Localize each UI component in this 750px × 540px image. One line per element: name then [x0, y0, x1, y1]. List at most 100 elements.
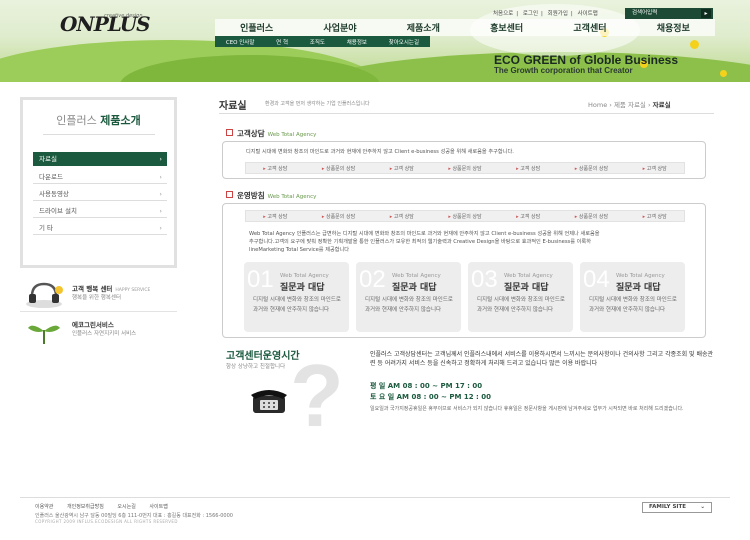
policy-tab[interactable]: 상품문의 상담 — [575, 213, 608, 220]
top-link-login[interactable]: 로그인 — [523, 9, 538, 17]
policy-tab[interactable]: 고객 상담 — [390, 213, 414, 220]
consult-box: 디지털 시대에 변화와 창조의 마인드로 과거와 현재에 안주하지 않고 Cli… — [222, 141, 706, 179]
chevron-right-icon: › — [159, 207, 162, 215]
cs-hours-subtitle: 항상 상냥하고 친절합니다 — [226, 364, 286, 370]
slogan-subheading: The Growth corporation that Creator — [494, 66, 633, 75]
cs-description: 인플러스 고객상담센터는 고객님께서 인플러스내에서 서비스를 이용하시면서 느… — [370, 351, 714, 367]
card-en-label: Web Total Agency — [392, 273, 441, 279]
footer-link-sitemap[interactable]: 사이트맵 — [149, 504, 167, 510]
sidebar-item-label: 기 타 — [39, 224, 54, 232]
nav-item-company[interactable]: 인플러스 — [240, 21, 273, 34]
telephone-icon — [251, 390, 287, 413]
divider — [43, 134, 155, 135]
promo-happy-center[interactable]: 고객 행복 센터 HAPPY SERVICE 행복을 위한 행복센터 — [20, 278, 177, 312]
top-link-sitemap[interactable]: 사이트맵 — [578, 9, 598, 17]
policy-tab[interactable]: 고객 상담 — [516, 213, 540, 220]
card-number: 03 — [471, 266, 498, 293]
card-number: 04 — [583, 266, 610, 293]
section-bullet-icon — [226, 191, 233, 198]
qa-card[interactable]: 01 Web Total Agency 질문과 대답 디지털 시대에 변화와 창… — [244, 262, 349, 332]
slogan-heading: ECO GREEN of Globle Business — [494, 53, 679, 67]
sidebar-item-label: 사용동영상 — [39, 190, 69, 198]
card-en-label: Web Total Agency — [280, 273, 329, 279]
headset-icon — [26, 282, 63, 308]
nav-item-support[interactable]: 고객센터 — [573, 21, 606, 34]
promo-desc: 행복을 위한 행복센터 — [72, 295, 122, 301]
card-text: 디지털 시대에 변화와 창조의 마인드로 과거와 현재에 안주하지 않습니다 — [365, 297, 453, 313]
policy-tab[interactable]: 상품문의 상담 — [322, 213, 355, 220]
family-site-select[interactable]: FAMILY SITE ⌄ — [642, 502, 712, 513]
card-title: 질문과 대답 — [616, 283, 661, 293]
nav-item-recruit[interactable]: 채용정보 — [657, 21, 690, 34]
nav-item-products[interactable]: 제품소개 — [407, 21, 440, 34]
sub-nav: CEO 인사말 연 혁 조직도 채용정보 찾아오시는길 — [215, 36, 430, 47]
sidebar-item-etc[interactable]: 기 타 › — [33, 221, 167, 235]
subnav-item-history[interactable]: 연 혁 — [276, 38, 288, 46]
sprout-icon — [28, 325, 60, 344]
sidebar-item-video[interactable]: 사용동영상 › — [33, 187, 167, 201]
nav-item-pr[interactable]: 홍보센터 — [490, 21, 523, 34]
section-title-policy: 운영방침 Web Total Agency — [237, 191, 317, 200]
sidebar-item-label: 자료실 — [39, 155, 57, 163]
main-nav: 인플러스 사업분야 제품소개 홍보센터 고객센터 채용정보 — [215, 19, 715, 36]
divider — [20, 497, 730, 498]
footer-link-location[interactable]: 오시는길 — [117, 504, 135, 510]
divider — [219, 113, 714, 114]
logo-tagline: creative design — [104, 13, 143, 19]
footer-address: 인플러스 울산광역시 남구 달동 00빌딩 6층 111-0번지 대표 : 홍길… — [35, 513, 233, 519]
consult-tab[interactable]: 고객 상담 — [516, 165, 540, 172]
section-bullet-icon — [226, 129, 233, 136]
section-subtitle: Web Total Agency — [267, 194, 317, 200]
footer-link-privacy[interactable]: 개인정보취급방침 — [67, 504, 104, 510]
subnav-item-ceo[interactable]: CEO 인사말 — [226, 38, 255, 46]
subnav-item-recruit[interactable]: 채용정보 — [347, 38, 367, 46]
qa-card[interactable]: 03 Web Total Agency 질문과 대답 디지털 시대에 변화와 창… — [468, 262, 573, 332]
consult-tab[interactable]: 고객 상담 — [390, 165, 414, 172]
section-title-consult: 고객상담 Web Total Agency — [237, 129, 317, 138]
policy-tab[interactable]: 고객 상담 — [643, 213, 667, 220]
card-text: 디지털 시대에 변화와 창조의 마인드로 과거와 현재에 안주하지 않습니다 — [477, 297, 565, 313]
promo-desc: 인플러스 자연지키미 서비스 — [72, 331, 137, 337]
consult-tab[interactable]: 상품문의 상담 — [322, 165, 355, 172]
consult-tab[interactable]: 고객 상담 — [263, 165, 287, 172]
sidebar-title-prefix: 인플러스 — [56, 114, 97, 127]
subnav-item-location[interactable]: 찾아오시는길 — [389, 38, 419, 46]
subnav-item-org[interactable]: 조직도 — [310, 38, 325, 46]
sidebar-item-driver[interactable]: 드라이브 설치 › — [33, 204, 167, 218]
consult-tab[interactable]: 상품문의 상담 — [448, 165, 481, 172]
search-placeholder: 검색어입력 — [632, 10, 658, 16]
footer-link-terms[interactable]: 이용약관 — [35, 504, 53, 510]
breadcrumb-mid[interactable]: 제품 자료실 — [614, 101, 646, 109]
flower-icon — [720, 70, 727, 77]
qa-card[interactable]: 02 Web Total Agency 질문과 대답 디지털 시대에 변화와 창… — [356, 262, 461, 332]
sidebar-panel: 인플러스 제품소개 자료실 › 다운로드 › 사용동영상 › 드라이브 설치 › 기 타… — [20, 97, 177, 268]
top-link-home[interactable]: 처음으로 — [493, 9, 513, 17]
qa-card[interactable]: 04 Web Total Agency 질문과 대답 디지털 시대에 변화와 창… — [580, 262, 685, 332]
footer-links: 이용약관 개인정보취급방침 오시는길 사이트맵 — [35, 503, 180, 510]
breadcrumb-home[interactable]: Home — [588, 101, 607, 109]
breadcrumb: Home › 제품 자료실 › 자료실 — [588, 101, 671, 109]
sidebar-item-archive[interactable]: 자료실 › — [33, 152, 167, 166]
page-description: 환경과 고객을 먼저 생각하는 기업 인플러스입니다 — [265, 101, 370, 107]
top-link-join[interactable]: 회원가입 — [548, 9, 568, 17]
sidebar-item-label: 다운로드 — [39, 173, 63, 181]
policy-text: Web Total Agency 인플러스는 급변하는 디지털 시대에 변화와 … — [249, 231, 600, 253]
consult-tab[interactable]: 고객 상담 — [643, 165, 667, 172]
sidebar-item-download[interactable]: 다운로드 › — [33, 170, 167, 184]
cs-note: 일요일과 국가지정공휴일은 휴무이므로 서비스가 되지 않습니다 휴휴일은 정문… — [370, 406, 684, 412]
search-go-icon[interactable]: ▸ — [701, 9, 711, 18]
chevron-down-icon: ⌄ — [700, 504, 705, 510]
policy-tab[interactable]: 상품문의 상담 — [448, 213, 481, 220]
footer-copyright: COPYRIGHT 2009 INFLUS.ECODESIGN ALL RIGH… — [35, 519, 178, 524]
card-title: 질문과 대답 — [392, 283, 437, 293]
nav-item-business[interactable]: 사업분야 — [323, 21, 356, 34]
promo-title: 고객 행복 센터 HAPPY SERVICE — [72, 285, 151, 293]
consult-tab[interactable]: 상품문의 상담 — [575, 165, 608, 172]
card-title: 질문과 대답 — [504, 283, 549, 293]
section-subtitle: Web Total Agency — [267, 132, 317, 138]
policy-tab[interactable]: 고객 상담 — [263, 213, 287, 220]
search-input[interactable]: 검색어입력 ▸ — [625, 8, 713, 19]
promo-eco-green[interactable]: 에코그린서비스 인플러스 자연지키미 서비스 — [20, 314, 177, 348]
card-number: 01 — [247, 266, 274, 293]
chevron-right-icon: › — [159, 224, 162, 232]
